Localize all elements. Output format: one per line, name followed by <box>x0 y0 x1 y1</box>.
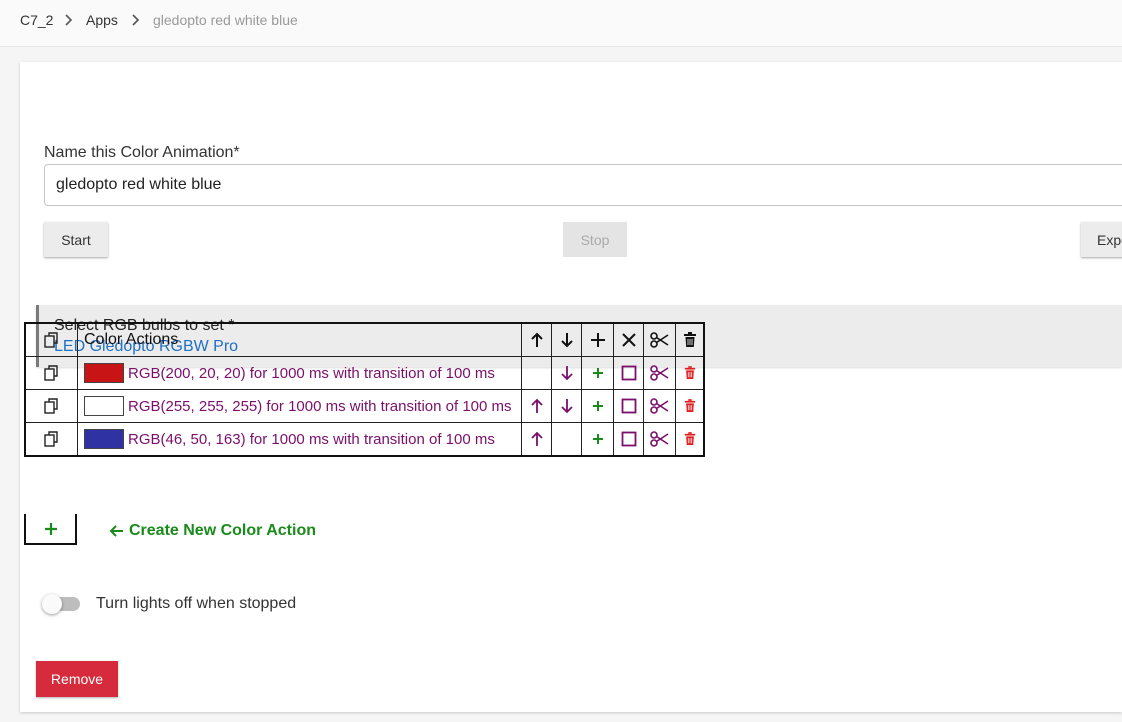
color-action-text[interactable]: RGB(255, 255, 255) for 1000 ms with tran… <box>128 398 512 415</box>
plus-icon <box>44 523 57 535</box>
empty-cell <box>521 356 552 390</box>
toggle-knob <box>42 594 62 614</box>
insert-plus-icon[interactable] <box>581 422 614 457</box>
color-actions-header: Color Actions <box>77 322 522 357</box>
color-action-text[interactable]: RGB(46, 50, 163) for 1000 ms with transi… <box>128 431 495 448</box>
color-action-cell[interactable]: RGB(46, 50, 163) for 1000 ms with transi… <box>77 422 522 457</box>
trash-icon[interactable] <box>675 322 705 357</box>
export-button[interactable]: Expo <box>1081 222 1122 257</box>
name-label: Name this Color Animation* <box>44 144 240 161</box>
scissors-icon[interactable] <box>643 322 676 357</box>
scissors-icon[interactable] <box>643 356 676 390</box>
plus-icon[interactable] <box>581 322 614 357</box>
move-up-icon[interactable] <box>521 389 552 423</box>
copy-row-icon[interactable] <box>24 389 78 423</box>
delete-trash-icon[interactable] <box>675 422 705 457</box>
arrow-down-icon[interactable] <box>551 322 582 357</box>
move-down-icon[interactable] <box>551 356 582 390</box>
move-down-icon[interactable] <box>551 389 582 423</box>
breadcrumb-hub[interactable]: C7_2 <box>20 12 53 28</box>
empty-cell <box>551 422 582 457</box>
move-up-icon[interactable] <box>521 422 552 457</box>
breadcrumb: C7_2 Apps gledopto red white blue <box>0 0 1122 47</box>
chevron-right-icon <box>128 12 144 28</box>
create-color-action-label: Create New Color Action <box>129 522 316 539</box>
create-color-action-link[interactable]: Create New Color Action <box>108 522 316 540</box>
breadcrumb-apps[interactable]: Apps <box>86 12 118 28</box>
lights-off-toggle[interactable] <box>42 594 80 614</box>
arrow-left-icon <box>109 525 123 537</box>
select-checkbox[interactable] <box>613 356 644 390</box>
color-swatch <box>84 429 124 449</box>
copy-header-icon[interactable] <box>24 322 78 357</box>
animation-name-input[interactable] <box>44 164 1122 206</box>
delete-trash-icon[interactable] <box>675 356 705 390</box>
arrow-up-icon[interactable] <box>521 322 552 357</box>
delete-trash-icon[interactable] <box>675 389 705 423</box>
scissors-icon[interactable] <box>643 389 676 423</box>
insert-plus-icon[interactable] <box>581 356 614 390</box>
stop-button[interactable]: Stop <box>563 222 627 257</box>
copy-row-icon[interactable] <box>24 422 78 457</box>
color-swatch <box>84 363 124 383</box>
copy-row-icon[interactable] <box>24 356 78 390</box>
color-action-cell[interactable]: RGB(200, 20, 20) for 1000 ms with transi… <box>77 356 522 390</box>
select-checkbox[interactable] <box>613 422 644 457</box>
start-button[interactable]: Start <box>44 222 108 257</box>
table-row: RGB(255, 255, 255) for 1000 ms with tran… <box>24 389 705 423</box>
close-icon[interactable] <box>613 322 644 357</box>
color-action-cell[interactable]: RGB(255, 255, 255) for 1000 ms with tran… <box>77 389 522 423</box>
color-action-text[interactable]: RGB(200, 20, 20) for 1000 ms with transi… <box>128 365 495 382</box>
select-checkbox[interactable] <box>613 389 644 423</box>
color-swatch <box>84 396 124 416</box>
table-row: RGB(46, 50, 163) for 1000 ms with transi… <box>24 422 705 457</box>
remove-button[interactable]: Remove <box>36 661 118 697</box>
scissors-icon[interactable] <box>643 422 676 457</box>
color-actions-table: Color Actions RGB(200, 20, 20) for 1000 … <box>24 322 705 457</box>
add-color-action-button[interactable] <box>24 514 77 545</box>
table-row: RGB(200, 20, 20) for 1000 ms with transi… <box>24 356 705 390</box>
breadcrumb-current: gledopto red white blue <box>153 12 298 28</box>
chevron-right-icon <box>61 12 77 28</box>
table-header-row: Color Actions <box>24 322 705 357</box>
lights-off-label: Turn lights off when stopped <box>96 595 297 612</box>
insert-plus-icon[interactable] <box>581 389 614 423</box>
